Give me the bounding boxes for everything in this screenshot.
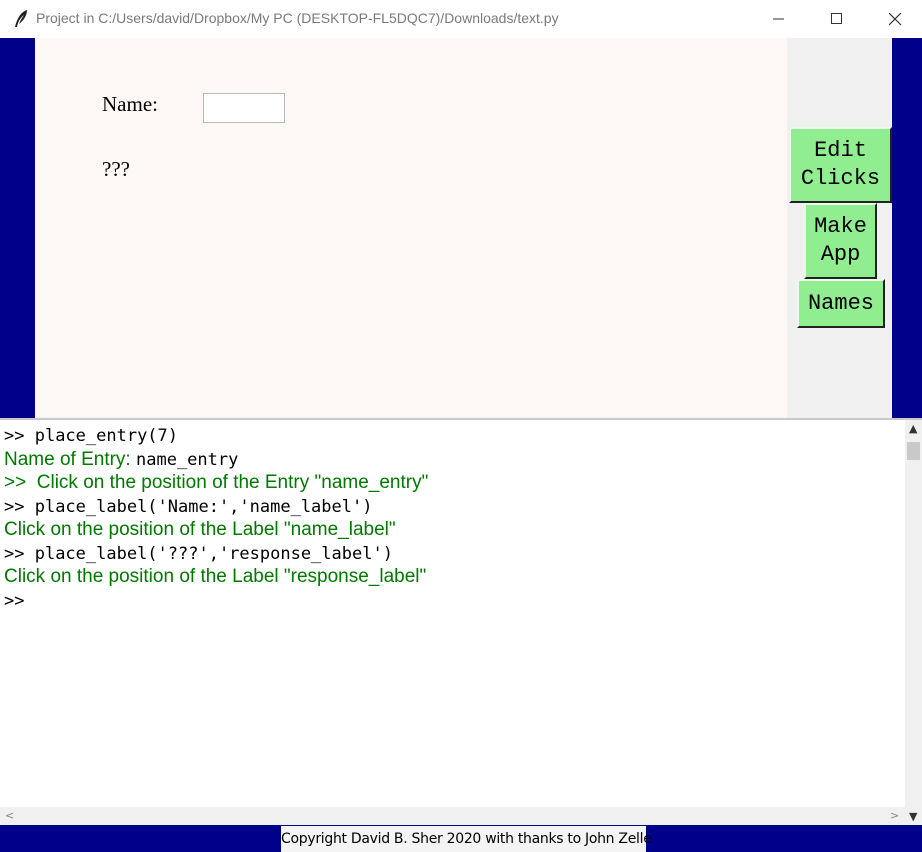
console-input-value: name_entry <box>136 449 239 470</box>
title-bar: Project in C:/Users/david/Dropbox/My PC … <box>0 0 922 38</box>
edit-clicks-line-1: Edit <box>814 138 867 163</box>
console-prompt: >> <box>4 590 25 611</box>
console-line: Click on the position of the Label "resp… <box>4 565 428 589</box>
console-line: >> place_label('Name:','name_label') <box>4 495 428 519</box>
close-button[interactable] <box>866 0 922 38</box>
make-app-line-2: App <box>820 242 861 267</box>
make-app-button[interactable]: Make App <box>804 203 877 279</box>
feather-icon <box>12 9 30 29</box>
names-button[interactable]: Names <box>797 279 885 328</box>
vertical-scrollbar[interactable]: ▲ ▼ <box>905 420 922 825</box>
console-command: place_label('???','response_label') <box>34 543 393 564</box>
copyright-label: Copyright David B. Sher 2020 with thanks… <box>281 826 652 852</box>
right-border-band <box>892 38 922 418</box>
console-message: >> Click on the position of the Entry "n… <box>4 472 429 493</box>
console-line: Name of Entry: name_entry <box>4 448 428 472</box>
names-label: Names <box>807 290 874 316</box>
scrollbar-thumb[interactable] <box>907 442 920 460</box>
maximize-button[interactable] <box>808 0 866 38</box>
console-prompt: >> <box>4 543 35 564</box>
edit-clicks-line-2: Clicks <box>800 166 881 191</box>
name-entry[interactable] <box>203 93 285 123</box>
edit-clicks-button[interactable]: Edit Clicks <box>789 127 892 203</box>
name-label: Name: <box>102 92 158 116</box>
maximize-icon <box>831 13 842 24</box>
console-line: >> place_label('???','response_label') <box>4 542 428 566</box>
response-label: ??? <box>102 157 130 181</box>
make-app-line-1: Make <box>814 214 867 239</box>
close-icon <box>888 12 901 25</box>
horizontal-scrollbar[interactable]: < > <box>0 807 905 825</box>
scroll-down-arrow-icon[interactable]: ▼ <box>909 810 917 823</box>
console-message: Click on the position of the Label "resp… <box>4 566 427 587</box>
console-line: Click on the position of the Label "name… <box>4 518 428 542</box>
console-prompt: >> <box>4 496 35 517</box>
scroll-up-arrow-icon[interactable]: ▲ <box>909 422 917 435</box>
console-panel[interactable]: >> place_entry(7) Name of Entry: name_en… <box>0 418 922 825</box>
scroll-left-arrow-icon[interactable]: < <box>5 809 14 822</box>
console-command: place_entry(7) <box>34 426 179 446</box>
console-output: >> place_entry(7) Name of Entry: name_en… <box>4 424 428 612</box>
console-line: >> <box>4 589 428 613</box>
console-message: Name of Entry: <box>4 448 136 470</box>
console-prompt: >> <box>4 426 35 446</box>
console-command: place_label('Name:','name_label') <box>34 496 373 517</box>
minimize-button[interactable] <box>750 0 808 38</box>
minimize-icon <box>773 18 784 20</box>
console-message: Click on the position of the Label "name… <box>4 519 396 540</box>
scroll-right-arrow-icon[interactable]: > <box>890 809 899 822</box>
window-title: Project in C:/Users/david/Dropbox/My PC … <box>36 10 559 26</box>
console-line: >> place_entry(7) <box>4 424 428 448</box>
left-border-band <box>0 38 35 418</box>
console-line: >> Click on the position of the Entry "n… <box>4 471 428 495</box>
